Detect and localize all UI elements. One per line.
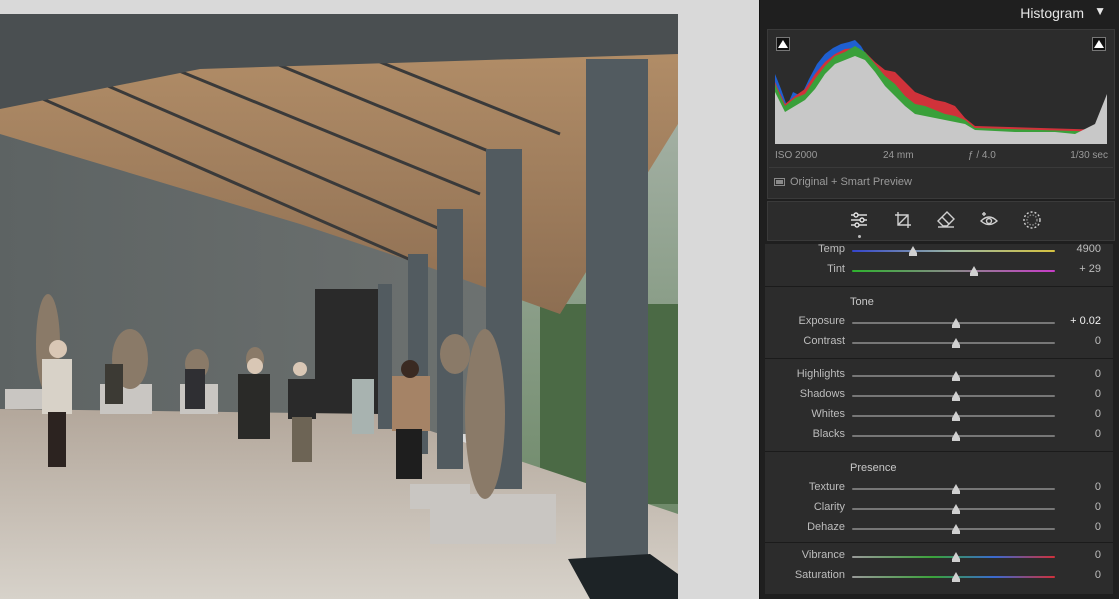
section-presence: Presence: [850, 462, 897, 474]
slider-row-exposure[interactable]: Exposure + 0.02: [765, 313, 1113, 331]
triangle-up-icon: [1094, 40, 1104, 48]
exif-focal: 24 mm: [883, 150, 914, 161]
slider-value-blacks[interactable]: 0: [1095, 428, 1101, 440]
slider-thumb-temp[interactable]: [908, 246, 917, 256]
slider-label-whites: Whites: [811, 408, 845, 420]
red-eye-icon[interactable]: [978, 209, 1000, 231]
slider-row-temp[interactable]: Temp 4900: [765, 244, 1113, 259]
slider-label-vibrance: Vibrance: [801, 549, 845, 561]
photo-canvas[interactable]: [0, 0, 759, 599]
edit-sliders-icon[interactable]: [848, 209, 870, 231]
slider-thumb-clarity[interactable]: [951, 504, 960, 514]
divider: [765, 451, 1113, 452]
divider: [765, 542, 1113, 543]
slider-row-tint[interactable]: Tint + 29: [765, 261, 1113, 279]
histogram-header[interactable]: Histogram ▼: [760, 0, 1119, 28]
slider-thumb-texture[interactable]: [951, 484, 960, 494]
slider-thumb-saturation[interactable]: [951, 572, 960, 582]
slider-value-vibrance[interactable]: 0: [1095, 549, 1101, 561]
active-tool-indicator: [858, 235, 861, 238]
smart-preview-status[interactable]: Original + Smart Preview: [774, 176, 912, 188]
divider: [769, 167, 1113, 168]
slider-thumb-shadows[interactable]: [951, 391, 960, 401]
tool-strip: [767, 201, 1115, 241]
slider-label-clarity: Clarity: [813, 501, 845, 513]
slider-thumb-dehaze[interactable]: [951, 524, 960, 534]
masking-icon[interactable]: [1021, 209, 1043, 231]
slider-label-saturation: Saturation: [794, 569, 845, 581]
shadow-clipping-toggle[interactable]: [776, 37, 790, 51]
divider: [765, 358, 1113, 359]
slider-label-exposure: Exposure: [798, 315, 845, 327]
slider-label-texture: Texture: [808, 481, 845, 493]
slider-label-contrast: Contrast: [803, 335, 845, 347]
develop-right-panel: Histogram ▼ ISO 2000 24 mm ƒ / 4.0 1/30 …: [759, 0, 1119, 599]
histogram-title: Histogram: [1020, 5, 1084, 21]
slider-value-highlights[interactable]: 0: [1095, 368, 1101, 380]
exif-iso: ISO 2000: [775, 150, 818, 161]
slider-row-saturation[interactable]: Saturation 0: [765, 567, 1113, 585]
slider-row-blacks[interactable]: Blacks 0: [765, 426, 1113, 444]
slider-value-clarity[interactable]: 0: [1095, 501, 1101, 513]
slider-label-temp: Temp: [818, 244, 845, 255]
slider-value-temp[interactable]: 4900: [1077, 244, 1101, 255]
divider: [765, 286, 1113, 287]
exif-shutter: 1/30 sec: [1070, 150, 1108, 161]
slider-track-tint[interactable]: [852, 270, 1055, 272]
triangle-up-icon: [778, 40, 788, 48]
slider-thumb-whites[interactable]: [951, 411, 960, 421]
slider-label-shadows: Shadows: [799, 388, 845, 400]
slider-label-tint: Tint: [827, 263, 845, 275]
slider-row-contrast[interactable]: Contrast 0: [765, 333, 1113, 351]
slider-thumb-tint[interactable]: [969, 266, 978, 276]
crop-icon[interactable]: [892, 209, 914, 231]
collapse-caret-icon[interactable]: ▼: [1094, 4, 1106, 18]
preview-icon: [774, 178, 785, 186]
slider-label-highlights: Highlights: [796, 368, 845, 380]
slider-value-texture[interactable]: 0: [1095, 481, 1101, 493]
slider-value-tint[interactable]: + 29: [1079, 263, 1101, 275]
slider-label-blacks: Blacks: [812, 428, 845, 440]
slider-thumb-blacks[interactable]: [951, 431, 960, 441]
preview-label: Original + Smart Preview: [790, 176, 912, 188]
slider-row-highlights[interactable]: Highlights 0: [765, 366, 1113, 384]
slider-value-dehaze[interactable]: 0: [1095, 521, 1101, 533]
slider-row-vibrance[interactable]: Vibrance 0: [765, 547, 1113, 565]
slider-row-shadows[interactable]: Shadows 0: [765, 386, 1113, 404]
slider-thumb-contrast[interactable]: [951, 338, 960, 348]
basic-adjustments-panel[interactable]: Tone Presence Temp 4900 Tint + 29 Exposure + …: [765, 244, 1113, 594]
slider-value-exposure[interactable]: + 0.02: [1070, 315, 1101, 327]
healing-eraser-icon[interactable]: [935, 209, 957, 231]
highlight-clipping-toggle[interactable]: [1092, 37, 1106, 51]
slider-row-clarity[interactable]: Clarity 0: [765, 499, 1113, 517]
slider-value-contrast[interactable]: 0: [1095, 335, 1101, 347]
slider-thumb-exposure[interactable]: [951, 318, 960, 328]
slider-track-temp[interactable]: [852, 250, 1055, 252]
section-tone: Tone: [850, 296, 874, 308]
photo-image[interactable]: [0, 14, 678, 599]
slider-row-whites[interactable]: Whites 0: [765, 406, 1113, 424]
histogram-panel[interactable]: ISO 2000 24 mm ƒ / 4.0 1/30 sec Original…: [767, 29, 1115, 199]
slider-row-texture[interactable]: Texture 0: [765, 479, 1113, 497]
slider-thumb-vibrance[interactable]: [951, 552, 960, 562]
slider-row-dehaze[interactable]: Dehaze 0: [765, 519, 1113, 537]
histogram-graph[interactable]: [775, 34, 1107, 144]
exif-aperture: ƒ / 4.0: [968, 150, 996, 161]
slider-thumb-highlights[interactable]: [951, 371, 960, 381]
slider-value-shadows[interactable]: 0: [1095, 388, 1101, 400]
slider-value-saturation[interactable]: 0: [1095, 569, 1101, 581]
slider-label-dehaze: Dehaze: [807, 521, 845, 533]
slider-value-whites[interactable]: 0: [1095, 408, 1101, 420]
